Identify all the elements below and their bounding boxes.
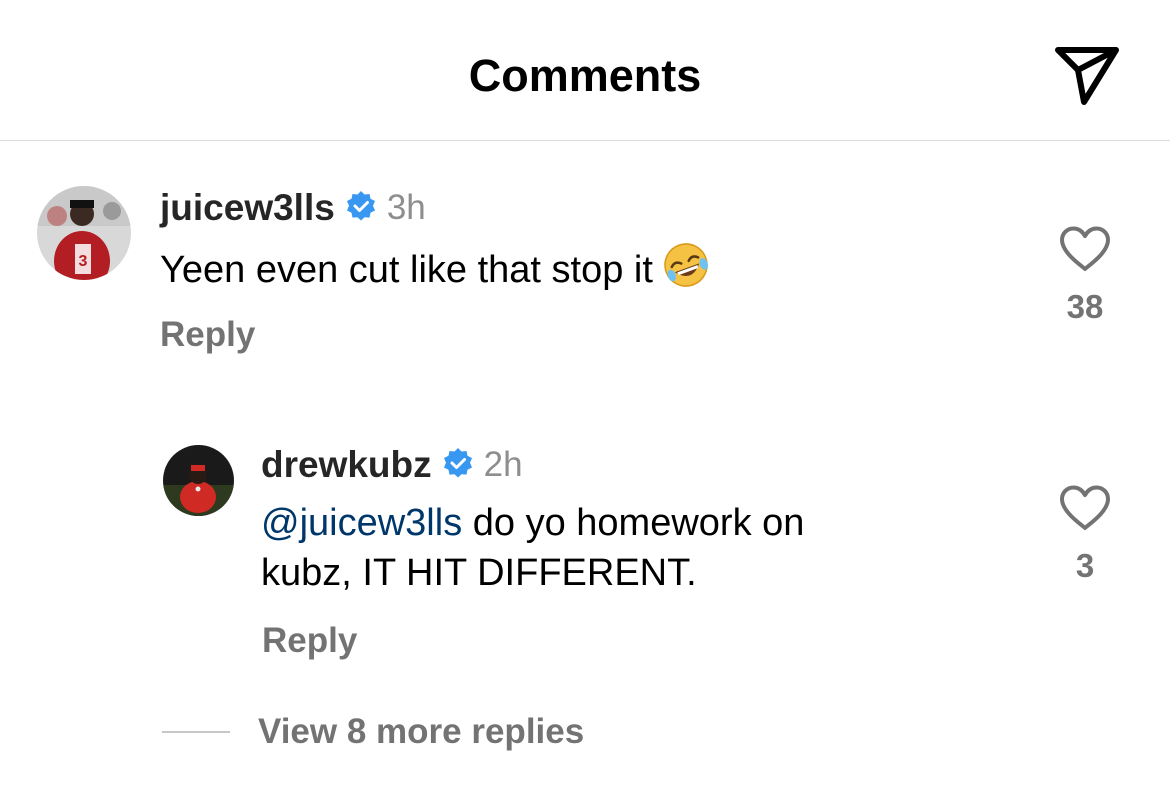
- comments-header: Comments: [0, 0, 1170, 141]
- avatar[interactable]: 3: [37, 186, 131, 280]
- reply-button[interactable]: Reply: [160, 315, 255, 355]
- heart-icon[interactable]: [1045, 484, 1125, 537]
- like-group: 3: [1045, 484, 1125, 585]
- view-more-replies-button[interactable]: View 8 more replies: [162, 712, 584, 752]
- divider-line: [162, 731, 230, 733]
- like-group: 38: [1045, 225, 1125, 326]
- comment-time: 3h: [386, 188, 426, 227]
- reply-button[interactable]: Reply: [262, 621, 357, 661]
- paper-plane-icon[interactable]: [1050, 40, 1122, 108]
- rofl-emoji-icon: [661, 240, 711, 303]
- username[interactable]: juicew3lls: [160, 186, 335, 230]
- comment-meta: drewkubz 2h: [261, 443, 523, 487]
- like-count: 3: [1075, 547, 1095, 584]
- verified-badge-icon: [442, 447, 474, 484]
- comment-text: @juicew3lls do yo homework on kubz, IT H…: [261, 498, 804, 598]
- mention-link[interactable]: @juicew3lls: [261, 502, 462, 544]
- comment-time: 2h: [483, 445, 523, 484]
- comment-text: Yeen even cut like that stop it: [160, 240, 711, 303]
- comment-body: Yeen even cut like that stop it: [160, 249, 653, 291]
- avatar[interactable]: [163, 445, 234, 516]
- page-title: Comments: [468, 50, 702, 101]
- comment-body-line-2: kubz, IT HIT DIFFERENT.: [261, 552, 697, 594]
- heart-icon[interactable]: [1045, 225, 1125, 278]
- view-more-label: View 8 more replies: [258, 712, 585, 751]
- like-count: 38: [1066, 288, 1104, 325]
- username[interactable]: drewkubz: [261, 443, 432, 487]
- comment-body-line-1: do yo homework on: [462, 502, 805, 544]
- svg-text:3: 3: [79, 253, 88, 270]
- comment-meta: juicew3lls 3h: [160, 186, 426, 230]
- verified-badge-icon: [345, 190, 377, 227]
